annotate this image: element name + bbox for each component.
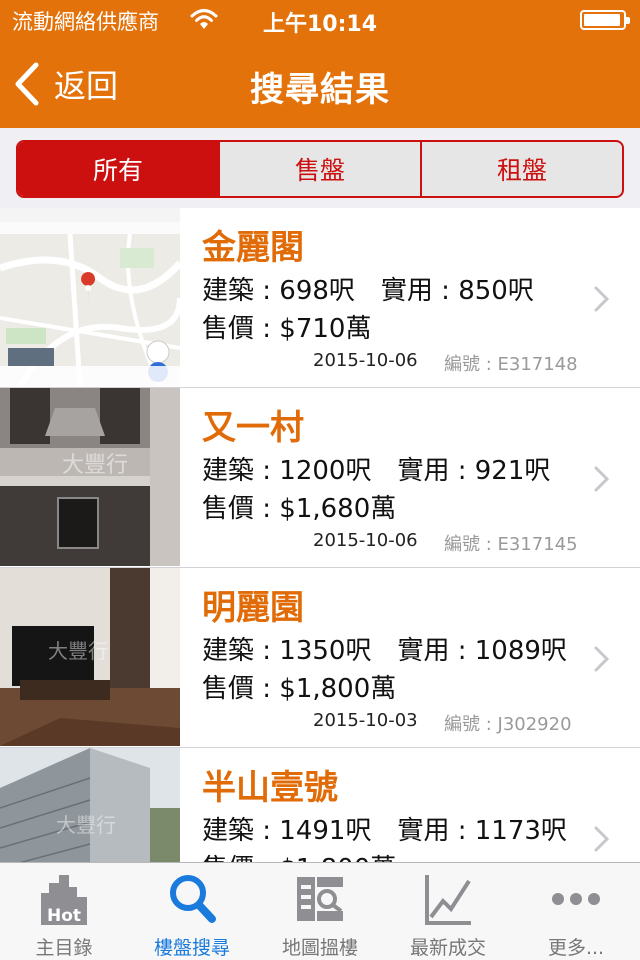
svg-text:大豐行: 大豐行	[56, 813, 116, 837]
listing-date: 2015-10-06	[313, 350, 418, 371]
listing-area: 建築 : 698呎 實用 : 850呎	[202, 270, 534, 307]
tab-label: 最新成交	[409, 937, 486, 959]
kitchen-photo: 大豐行	[0, 388, 180, 566]
tab-search[interactable]: 樓盤搜尋	[128, 863, 256, 960]
listing-title: 半山壹號	[202, 768, 338, 808]
segment-sale[interactable]: 售盤	[220, 142, 422, 196]
filter-bar: 所有 售盤 租盤	[0, 128, 640, 208]
net-area: 實用 : 921呎	[397, 456, 551, 486]
net-area: 實用 : 1089呎	[397, 636, 567, 666]
chevron-right-icon	[594, 646, 610, 676]
listing-code: 編號 : J302920	[444, 714, 572, 735]
tab-more[interactable]: 更多...	[512, 863, 640, 960]
tab-label: 樓盤搜尋	[153, 937, 230, 959]
tab-map[interactable]: 地圖搵樓	[256, 863, 384, 960]
listing-area: 建築 : 1350呎 實用 : 1089呎	[202, 630, 567, 667]
navigation-bar: 返回 搜尋結果	[0, 40, 640, 128]
chevron-right-icon	[594, 286, 610, 316]
map-thumbnail	[0, 208, 180, 386]
header: 流動網絡供應商 上午10:14 返回 搜尋結果	[0, 0, 640, 128]
status-time: 上午10:14	[262, 12, 378, 37]
chevron-right-icon	[594, 466, 610, 496]
listing-price: 售價 : $1,800萬	[202, 674, 397, 704]
listing-area: 建築 : 1491呎 實用 : 1173呎	[202, 810, 567, 847]
listing-row[interactable]: 大豐行 又一村 建築 : 1200呎 實用 : 921呎 售價 : $1,680萬…	[0, 388, 640, 568]
listing-list[interactable]: 金麗閣 建築 : 698呎 實用 : 850呎 售價 : $710萬 2015-1…	[0, 208, 640, 862]
gross-area: 建築 : 1200呎	[202, 456, 372, 486]
map-search-icon	[295, 871, 345, 927]
svg-text:大豐行: 大豐行	[62, 453, 128, 478]
tab-transactions[interactable]: 最新成交	[384, 863, 512, 960]
listing-row[interactable]: 大豐行 半山壹號 建築 : 1491呎實用 : 1173呎 售價 : $1,80…	[0, 748, 640, 862]
gross-area: 建築 : 1350呎	[202, 636, 372, 666]
gross-area: 建築 : 698呎	[202, 276, 355, 306]
battery-icon	[580, 10, 630, 30]
tab-label: 地圖搵樓	[281, 937, 358, 959]
segment-rent[interactable]: 租盤	[422, 142, 622, 196]
listing-area: 建築 : 1200呎 實用 : 921呎	[202, 450, 550, 487]
chevron-right-icon	[594, 826, 610, 856]
net-area: 實用 : 1173呎	[397, 816, 567, 846]
living-room-photo: 大豐行	[0, 568, 180, 746]
listing-title: 明麗園	[202, 588, 304, 628]
line-chart-icon	[423, 871, 473, 927]
tab-label: 更多...	[547, 937, 605, 959]
status-bar: 流動網絡供應商 上午10:14	[0, 0, 640, 40]
listing-row[interactable]: 金麗閣 建築 : 698呎 實用 : 850呎 售價 : $710萬 2015-1…	[0, 208, 640, 388]
svg-text:Hot: Hot	[47, 906, 81, 926]
more-dots-icon	[551, 871, 601, 927]
tab-home[interactable]: Hot 主目錄	[0, 863, 128, 960]
tab-bar: Hot 主目錄 樓盤搜尋 地圖搵樓 最新成交 更多...	[0, 862, 640, 960]
net-area: 實用 : 850呎	[380, 276, 534, 306]
listing-date: 2015-10-06	[313, 530, 418, 551]
building-photo: 大豐行	[0, 748, 180, 862]
segment-all[interactable]: 所有	[18, 142, 220, 196]
listing-row[interactable]: 大豐行 明麗園 建築 : 1350呎 實用 : 1089呎 售價 : $1,800…	[0, 568, 640, 748]
search-icon	[167, 871, 217, 927]
hot-buildings-icon: Hot	[39, 871, 89, 927]
listing-price: 售價 : $1,800萬	[202, 848, 396, 862]
listing-code: 編號 : E317145	[444, 534, 578, 555]
segmented-control: 所有 售盤 租盤	[16, 140, 624, 198]
listing-date: 2015-10-03	[313, 710, 418, 731]
listing-price: 售價 : $710萬	[202, 314, 372, 344]
gross-area: 建築 : 1491呎	[202, 816, 372, 846]
tab-label: 主目錄	[35, 937, 93, 959]
listing-title: 金麗閣	[202, 228, 304, 268]
listing-title: 又一村	[202, 408, 304, 448]
listing-code: 編號 : E317148	[444, 354, 578, 375]
page-title: 搜尋結果	[250, 70, 390, 110]
listing-price: 售價 : $1,680萬	[202, 494, 397, 524]
svg-text:大豐行: 大豐行	[48, 639, 108, 663]
